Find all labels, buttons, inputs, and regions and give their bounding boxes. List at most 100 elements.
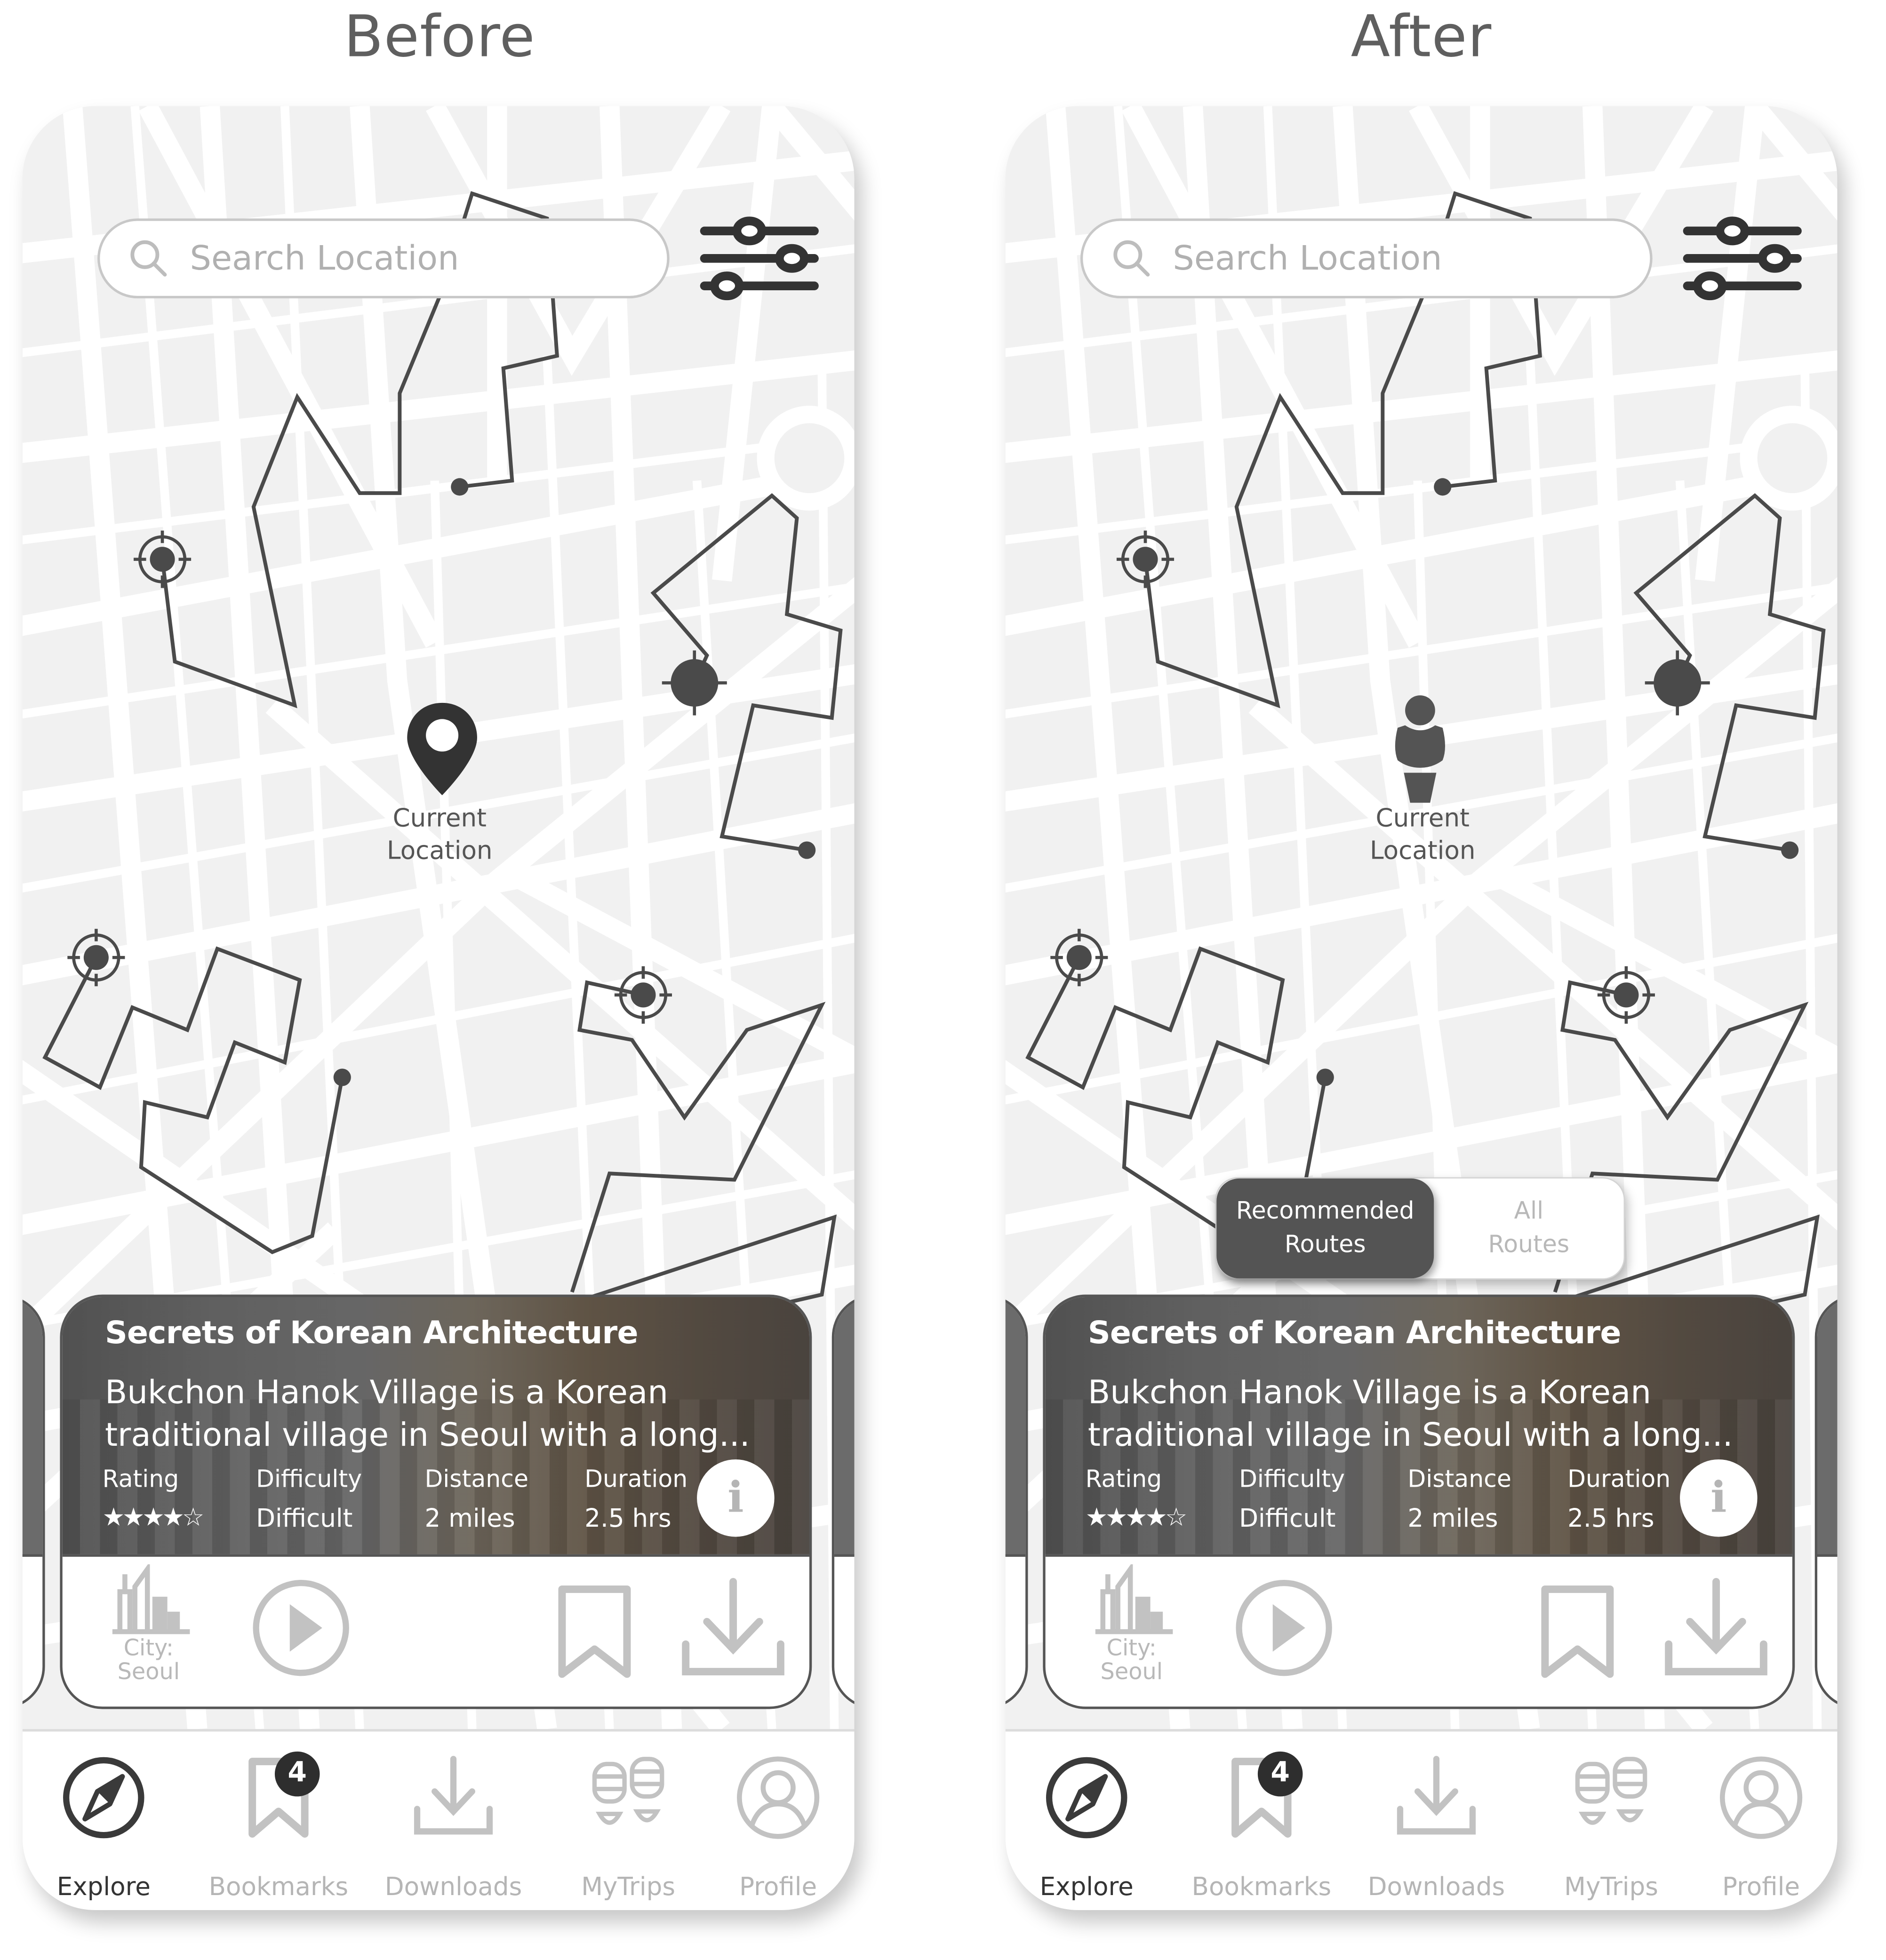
play-icon[interactable]	[250, 1577, 352, 1679]
rating-stars: ★★★★☆	[1085, 1502, 1188, 1532]
route-end-dot	[451, 478, 469, 496]
footsteps-icon	[592, 1757, 664, 1825]
card-actions: City: Seoul	[63, 1557, 809, 1706]
search-input[interactable]: Search Location	[1173, 239, 1442, 278]
nav-bookmarks[interactable]: 4 Bookmarks	[1180, 1744, 1343, 1906]
nav-profile[interactable]: Profile	[697, 1744, 854, 1906]
compass-icon	[1046, 1757, 1127, 1839]
current-location-line2: Location	[387, 835, 493, 865]
city-label-line1: City:	[1106, 1635, 1157, 1662]
city-skyline-icon	[112, 1564, 190, 1634]
filter-sliders-icon[interactable]	[697, 216, 822, 303]
info-button[interactable]: i	[1680, 1459, 1758, 1537]
distance-label: Distance	[424, 1466, 529, 1493]
all-routes-line1: All	[1514, 1197, 1544, 1225]
previous-card-peek[interactable]	[1005, 1294, 1028, 1709]
difficulty-label: Difficulty	[256, 1466, 362, 1493]
stat-duration: Duration 2.5 hrs	[1567, 1465, 1670, 1537]
next-card-peek[interactable]	[831, 1294, 855, 1709]
city-skyline-icon	[1095, 1564, 1173, 1634]
difficulty-value: Difficult	[256, 1503, 353, 1533]
search-input[interactable]: Search Location	[190, 239, 459, 278]
nav-explore[interactable]: Explore	[23, 1744, 185, 1906]
download-icon	[414, 1756, 493, 1835]
bookmark-icon[interactable]	[1537, 1582, 1617, 1679]
nav-mytrips[interactable]: MyTrips	[1530, 1744, 1693, 1906]
distance-value: 2 miles	[424, 1503, 515, 1533]
recommended-routes-line1: Recommended	[1236, 1197, 1414, 1225]
stat-difficulty: Difficulty Difficult	[256, 1465, 362, 1537]
duration-label: Duration	[1567, 1466, 1671, 1493]
bottom-navigation: Explore 4 Bookmarks Downloads MyTrips Pr…	[1005, 1729, 1838, 1910]
play-icon[interactable]	[1233, 1577, 1335, 1679]
before-phone-screen: Search Location Current Location Secrets…	[22, 106, 855, 1910]
footsteps-icon	[1575, 1757, 1647, 1825]
current-location-label: Current Location	[340, 802, 540, 867]
route-end-dot	[1316, 1068, 1334, 1086]
city-label-line2: Seoul	[1100, 1659, 1163, 1686]
route-start-marker-3	[67, 929, 125, 987]
nav-explore[interactable]: Explore	[1006, 1744, 1168, 1906]
search-bar[interactable]: Search Location	[1080, 218, 1653, 299]
route-title: Secrets of Korean Architecture	[104, 1315, 639, 1351]
next-card-peek[interactable]	[1814, 1294, 1838, 1709]
nav-mytrips[interactable]: MyTrips	[547, 1744, 710, 1906]
nav-profile[interactable]: Profile	[1680, 1744, 1837, 1906]
search-icon	[1113, 240, 1150, 277]
download-icon[interactable]	[679, 1577, 787, 1681]
nav-bookmarks[interactable]: 4 Bookmarks	[197, 1744, 360, 1906]
nav-label: Bookmarks	[208, 1871, 349, 1902]
city-label-line1: City:	[123, 1635, 174, 1662]
rating-stars: ★★★★☆	[102, 1502, 205, 1532]
bookmarks-count-badge: 4	[1257, 1751, 1303, 1797]
bookmark-icon[interactable]	[555, 1582, 635, 1679]
route-start-marker-1	[134, 530, 192, 588]
duration-value: 2.5 hrs	[584, 1503, 671, 1533]
download-icon	[1397, 1756, 1476, 1835]
rating-label: Rating	[102, 1466, 179, 1493]
bottom-navigation: Explore 4 Bookmarks Downloads MyTrips Pr…	[22, 1729, 855, 1910]
route-description: Bukchon Hanok Village is a Korean tradit…	[104, 1374, 750, 1455]
route-end-dot	[1781, 841, 1799, 859]
nav-label: Profile	[1722, 1871, 1800, 1902]
previous-card-peek[interactable]	[22, 1294, 45, 1709]
route-end-dot	[1434, 478, 1452, 496]
recommended-routes-line2: Routes	[1284, 1231, 1366, 1259]
difficulty-value: Difficult	[1239, 1503, 1336, 1533]
recommended-routes-tab[interactable]: Recommended Routes	[1216, 1178, 1434, 1279]
city-label: City: Seoul	[1088, 1637, 1175, 1684]
current-location-line2: Location	[1369, 835, 1476, 865]
nav-label: Bookmarks	[1191, 1871, 1332, 1902]
nav-label: Explore	[1039, 1871, 1134, 1902]
route-start-marker-3	[1050, 929, 1108, 987]
search-icon	[130, 240, 167, 277]
current-location-label: Current Location	[1323, 802, 1523, 867]
nav-label: Profile	[739, 1871, 817, 1902]
nav-downloads[interactable]: Downloads	[1355, 1744, 1518, 1906]
city-label-line2: Seoul	[117, 1659, 180, 1686]
all-routes-line2: Routes	[1488, 1231, 1570, 1259]
stat-difficulty: Difficulty Difficult	[1239, 1465, 1345, 1537]
card-actions: City: Seoul	[1046, 1557, 1792, 1706]
search-bar[interactable]: Search Location	[97, 218, 670, 299]
nav-label: MyTrips	[581, 1871, 675, 1902]
stat-rating: Rating ★★★★☆	[102, 1465, 205, 1535]
city-label: City: Seoul	[105, 1637, 192, 1684]
route-card[interactable]: Secrets of Korean Architecture Bukchon H…	[1043, 1294, 1795, 1709]
route-end-dot	[333, 1068, 351, 1086]
bookmarks-count-badge: 4	[274, 1751, 320, 1797]
distance-value: 2 miles	[1407, 1503, 1498, 1533]
download-icon[interactable]	[1662, 1577, 1770, 1681]
nav-label: Explore	[56, 1871, 151, 1902]
route-card[interactable]: Secrets of Korean Architecture Bukchon H…	[60, 1294, 812, 1709]
all-routes-tab[interactable]: All Routes	[1434, 1179, 1623, 1278]
stat-distance: Distance 2 miles	[424, 1465, 528, 1537]
duration-value: 2.5 hrs	[1567, 1503, 1654, 1533]
filter-sliders-icon[interactable]	[1680, 216, 1805, 303]
info-button[interactable]: i	[697, 1459, 775, 1537]
stat-distance: Distance 2 miles	[1407, 1465, 1511, 1537]
route-description: Bukchon Hanok Village is a Korean tradit…	[1087, 1374, 1733, 1455]
nav-downloads[interactable]: Downloads	[372, 1744, 535, 1906]
distance-label: Distance	[1407, 1466, 1511, 1493]
stat-rating: Rating ★★★★☆	[1085, 1465, 1188, 1535]
